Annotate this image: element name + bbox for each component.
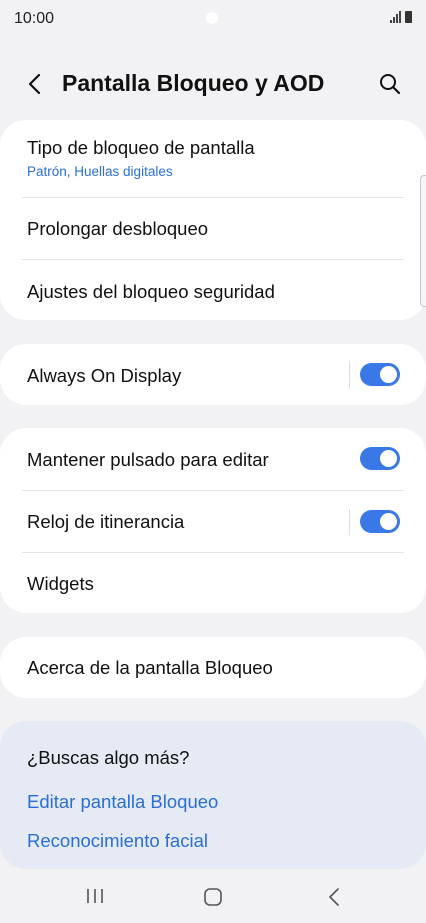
status-time: 10:00 — [14, 10, 55, 27]
battery-icon — [405, 11, 412, 23]
back-nav-icon[interactable] — [324, 886, 344, 908]
lock-type-label: Tipo de bloqueo de pantalla — [27, 137, 255, 158]
lock-type-value: Patrón, Huellas digitales — [27, 164, 173, 179]
aod-card: Always On Display — [0, 344, 426, 405]
edit-lock-screen-link[interactable]: Editar pantalla Bloqueo — [27, 791, 218, 813]
about-row[interactable]: Acerca de la pantalla Bloqueo — [22, 637, 404, 698]
page-title: Pantalla Bloqueo y AOD — [62, 70, 325, 96]
back-icon[interactable] — [22, 70, 50, 98]
hold-to-edit-label: Mantener pulsado para editar — [27, 449, 269, 470]
always-on-display-row[interactable]: Always On Display — [22, 344, 404, 405]
toggle-knob — [380, 366, 397, 383]
recents-icon[interactable] — [85, 886, 105, 906]
face-recognition-link[interactable]: Reconocimiento facial — [27, 830, 208, 852]
row-divider — [349, 362, 350, 388]
roaming-clock-label: Reloj de itinerancia — [27, 511, 185, 532]
lock-type-row[interactable]: Tipo de bloqueo de pantalla Patrón, Huel… — [22, 120, 404, 197]
suggestions-title: ¿Buscas algo más? — [27, 747, 190, 768]
suggestions-card: ¿Buscas algo más? Editar pantalla Bloque… — [0, 721, 426, 869]
always-on-display-toggle[interactable] — [360, 363, 400, 386]
display-options-card: Mantener pulsado para editar Reloj de it… — [0, 428, 426, 613]
roaming-clock-row[interactable]: Reloj de itinerancia — [22, 490, 404, 552]
row-divider — [349, 509, 350, 535]
widgets-row[interactable]: Widgets — [22, 552, 404, 613]
about-label: Acerca de la pantalla Bloqueo — [27, 657, 273, 678]
signal-icon — [390, 11, 401, 23]
toggle-knob — [380, 513, 397, 530]
camera-cutout — [206, 12, 218, 24]
hold-to-edit-toggle[interactable] — [360, 447, 400, 470]
always-on-display-label: Always On Display — [27, 365, 182, 386]
top-app-bar: Pantalla Bloqueo y AOD — [0, 58, 426, 110]
widgets-label: Widgets — [27, 573, 94, 594]
search-icon[interactable] — [376, 70, 404, 98]
security-settings-row[interactable]: Ajustes del bloqueo seguridad — [22, 259, 404, 320]
system-icons — [390, 11, 412, 23]
toggle-knob — [380, 450, 397, 467]
roaming-clock-toggle[interactable] — [360, 510, 400, 533]
navigation-bar — [0, 870, 426, 923]
extend-unlock-label: Prolongar desbloqueo — [27, 218, 209, 239]
scroll-indicator[interactable] — [420, 175, 426, 307]
hold-to-edit-row[interactable]: Mantener pulsado para editar — [22, 428, 404, 490]
extend-unlock-row[interactable]: Prolongar desbloqueo — [22, 197, 404, 259]
about-card: Acerca de la pantalla Bloqueo — [0, 637, 426, 698]
lock-settings-card: Tipo de bloqueo de pantalla Patrón, Huel… — [0, 120, 426, 320]
home-icon[interactable] — [203, 887, 223, 907]
status-bar: 10:00 — [0, 0, 426, 40]
security-settings-label: Ajustes del bloqueo seguridad — [27, 281, 275, 302]
